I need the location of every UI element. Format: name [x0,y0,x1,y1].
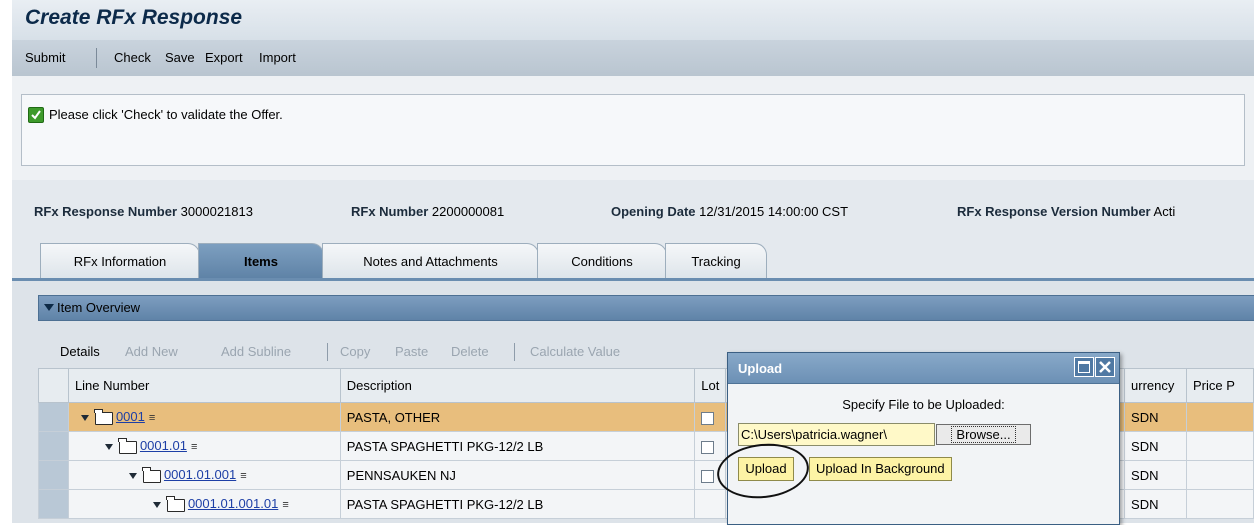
col-line-number[interactable]: Line Number [67,368,341,403]
toolbar-separator [514,343,515,361]
description-cell: PENNSAUKEN NJ [339,460,696,490]
row-selector[interactable] [38,460,69,490]
folder-icon [118,437,137,454]
toolbar-separator [327,343,328,361]
description-cell: PASTA SPAGHETTI PKG-12/2 LB [339,431,696,461]
version-number-label: RFx Response Version Number [957,204,1151,219]
tab-rfx-information[interactable]: RFx Information [40,243,200,279]
copy-button[interactable]: Copy [340,344,370,359]
checkmark-icon [28,107,44,123]
expand-triangle-icon[interactable] [80,415,89,422]
rfx-response-number-label: RFx Response Number [34,204,178,219]
version-number-value: Acti [1153,204,1176,219]
price-cell [1186,431,1254,461]
dialog-header[interactable]: Upload [728,353,1119,384]
row-selector[interactable] [38,431,69,461]
title-bar: Create RFx Response [12,0,1254,40]
folder-icon [142,466,161,483]
line-number-cell: 0001 ≡ [67,402,341,432]
price-cell [1186,460,1254,490]
rfx-number-value: 2200000081 [431,204,505,219]
rfx-response-number-value: 3000021813 [180,204,253,219]
paste-button[interactable]: Paste [395,344,428,359]
check-button[interactable]: Check [114,50,151,65]
message-text: Please click 'Check' to validate the Off… [49,107,283,122]
lot-cell [694,402,727,432]
expand-triangle-icon[interactable] [104,444,113,451]
rfx-number-label: RFx Number [351,204,429,219]
delete-button[interactable]: Delete [451,344,489,359]
row-selector-header[interactable] [38,368,69,403]
col-description[interactable]: Description [339,368,696,403]
line-number-link[interactable]: 0001 [116,409,145,424]
tab-conditions[interactable]: Conditions [537,243,667,279]
folder-icon [94,408,113,425]
upload-instruction: Specify File to be Uploaded: [842,397,1005,412]
row-selector[interactable] [38,489,69,519]
currency-cell: SDN [1124,460,1187,490]
context-menu-icon[interactable]: ≡ [149,412,155,424]
col-lot[interactable]: Lot [694,368,727,403]
details-button[interactable]: Details [60,344,100,359]
currency-cell: SDN [1124,489,1187,519]
calculate-value-button[interactable]: Calculate Value [530,344,620,359]
lot-checkbox[interactable] [701,469,715,483]
expand-triangle-icon[interactable] [152,502,161,509]
line-number-cell: 0001.01.001 ≡ [67,460,341,490]
item-overview-header[interactable]: Item Overview [38,295,1254,321]
browse-label: Browse... [951,426,1016,443]
close-icon[interactable] [1095,357,1115,377]
line-number-link[interactable]: 0001.01.001 [164,467,236,482]
lot-cell [694,431,727,461]
dialog-title: Upload [738,361,783,376]
col-currency[interactable]: urrency [1124,368,1187,403]
collapse-triangle-icon [44,304,54,311]
file-path-input[interactable]: C:\Users\patricia.wagner\ [738,423,935,446]
currency-cell: SDN [1124,402,1187,432]
opening-date-label: Opening Date [611,204,696,219]
price-cell [1186,402,1254,432]
opening-date-value: 12/31/2015 14:00:00 CST [699,204,849,219]
lot-checkbox[interactable] [701,440,715,454]
tab-notes-and-attachments[interactable]: Notes and Attachments [322,243,539,279]
upload-dialog: Upload Specify File to be Uploaded: C:\U… [727,352,1120,525]
import-button[interactable]: Import [259,50,296,65]
main-toolbar: Submit Check Save Export Import [12,40,1254,77]
add-subline-button[interactable]: Add Subline [221,344,291,359]
item-icon [166,495,185,512]
line-number-link[interactable]: 0001.01 [140,438,187,453]
line-number-cell: 0001.01.001.01 ≡ [67,489,341,519]
col-price[interactable]: Price P [1186,368,1254,403]
context-menu-icon[interactable]: ≡ [240,470,246,482]
expand-triangle-icon[interactable] [128,473,137,480]
context-menu-icon[interactable]: ≡ [191,441,197,453]
maximize-icon[interactable] [1074,357,1094,377]
save-button[interactable]: Save [165,50,195,65]
message-area: Please click 'Check' to validate the Off… [12,76,1254,181]
line-number-cell: 0001.01 ≡ [67,431,341,461]
export-button[interactable]: Export [205,50,243,65]
item-overview-label: Item Overview [57,300,141,315]
price-cell [1186,489,1254,519]
message-box: Please click 'Check' to validate the Off… [21,94,1245,166]
tab-tracking[interactable]: Tracking [665,243,767,279]
toolbar-separator [96,48,97,68]
page-title: Create RFx Response [25,6,243,29]
lot-checkbox[interactable] [701,411,715,425]
add-new-button[interactable]: Add New [125,344,178,359]
description-cell: PASTA, OTHER [339,402,696,432]
lot-cell [694,489,727,519]
upload-in-background-button[interactable]: Upload In Background [809,457,952,481]
description-cell: PASTA SPAGHETTI PKG-12/2 LB [339,489,696,519]
tab-items[interactable]: Items [198,243,324,279]
context-menu-icon[interactable]: ≡ [282,499,288,511]
currency-cell: SDN [1124,431,1187,461]
line-number-link[interactable]: 0001.01.001.01 [188,496,278,511]
submit-button[interactable]: Submit [25,50,65,65]
row-selector[interactable] [38,402,69,432]
browse-button[interactable]: Browse... [936,424,1031,445]
